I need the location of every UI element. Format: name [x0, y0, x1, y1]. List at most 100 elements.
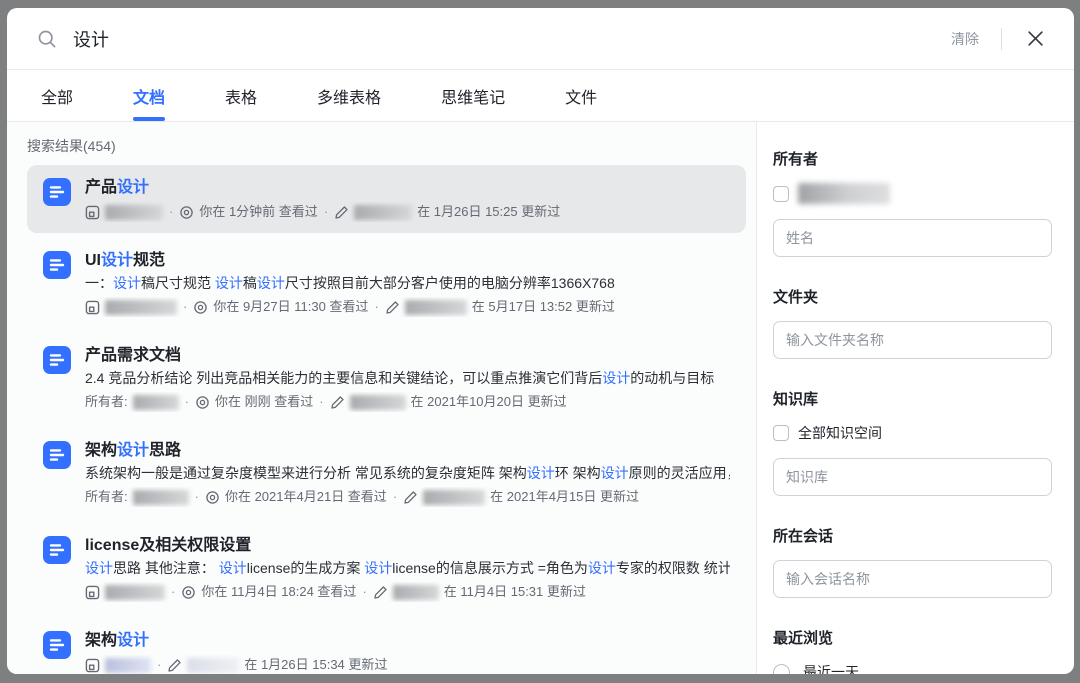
redacted-text [423, 489, 486, 505]
recent-heading: 最近浏览 [773, 630, 834, 647]
meta-text: 在 1月26日 15:25 更新过 [417, 204, 561, 219]
result-list: 产品设计 · 你在 1分钟前 查看过 · 在 1月26日 15:25 更新过 UI设计规范… [27, 165, 746, 674]
meta-text: 在 2021年10月20日 更新过 [410, 394, 567, 409]
result-snippet: 一：设计稿尺寸规范 设计稿设计尺寸按照目前大部分客户使用的电脑分辨率1366X7… [85, 275, 615, 291]
folder-input[interactable] [773, 321, 1052, 359]
tab-3[interactable]: 多维表格 [317, 70, 381, 121]
clear-button[interactable]: 清除 [949, 25, 981, 53]
space-icon [85, 585, 100, 600]
recent-radio[interactable] [773, 663, 790, 674]
dot-separator: · [171, 584, 176, 599]
owner-checkbox[interactable] [773, 185, 789, 202]
pencil-icon [334, 205, 349, 220]
search-result-row[interactable]: 产品需求文档 2.4 竞品分析结论 列出竞品相关能力的主要信息和关键结论，可以重点… [27, 333, 746, 423]
wiki-all-checkbox-row[interactable]: 全部知识空间 [773, 423, 1052, 443]
space-icon [85, 205, 100, 220]
search-result-row[interactable]: 架构设计思路 系统架构一般是通过复杂度模型来进行分析 常见系统的复杂度矩阵 架构设… [27, 428, 746, 518]
result-snippet: 2.4 竞品分析结论 列出竞品相关能力的主要信息和关键结论，可以重点推演它们背后… [85, 370, 715, 386]
dot-separator: · [183, 299, 188, 314]
result-list-pane: 搜索结果(454) 产品设计 · 你在 1分钟前 查看过 · 在 1月26日 15:25… [7, 122, 756, 674]
result-meta: · 你在 9月27日 11:30 查看过 · 在 5月17日 13:52 更新过 [85, 297, 730, 317]
dot-separator: · [323, 204, 329, 219]
doc-icon [43, 251, 71, 279]
meta-text: 你在 2021年4月21日 查看过 [224, 489, 387, 504]
result-title: 产品需求文档 [85, 347, 182, 364]
search-input[interactable] [73, 28, 949, 49]
tab-5[interactable]: 文件 [565, 70, 597, 121]
redacted-text [132, 394, 179, 410]
header-divider [1001, 27, 1002, 50]
recent-option-label: 最近一天 [803, 664, 859, 674]
meta-text: 你在 9月27日 11:30 查看过 [213, 299, 369, 314]
tab-1[interactable]: 文档 [133, 70, 165, 121]
meta-text: 你在 11月4日 18:24 查看过 [201, 584, 357, 599]
close-button[interactable] [1022, 26, 1048, 52]
meta-text: 你在 刚刚 查看过 [214, 394, 314, 409]
result-type-tabs: 全部 文档 表格 多维表格 思维笔记 文件 [7, 70, 1074, 122]
eye-icon [179, 205, 194, 220]
tab-0[interactable]: 全部 [41, 70, 73, 121]
meta-text: 在 5月17日 13:52 更新过 [471, 299, 615, 314]
dot-separator: · [374, 299, 379, 314]
owner-checkbox-row[interactable] [773, 183, 1052, 204]
eye-icon [193, 300, 208, 315]
meta-text: 在 2021年4月15日 更新过 [490, 489, 639, 504]
tab-4[interactable]: 思维笔记 [441, 70, 505, 121]
redacted-text [354, 204, 413, 220]
pencil-icon [330, 395, 345, 410]
filter-section-folder: 文件夹 [773, 286, 1052, 359]
result-snippet: 设计思路 其他注意： 设计license的生成方案 设计license的信息展示… [85, 560, 730, 576]
doc-icon [43, 346, 71, 374]
search-result-row[interactable]: 产品设计 · 你在 1分钟前 查看过 · 在 1月26日 15:25 更新过 [27, 165, 746, 233]
result-title: 架构设计 [85, 632, 150, 649]
result-title: 产品设计 [85, 179, 150, 196]
wiki-all-label: 全部知识空间 [798, 425, 882, 441]
owner-name-input[interactable] [773, 219, 1052, 257]
pencil-icon [403, 490, 418, 505]
search-dialog: 清除 全部 文档 表格 多维表格 思维笔记 文件 搜索结果(454) 产品设计 · 你在 1分… [7, 8, 1074, 674]
meta-text: 所有者: [85, 489, 128, 504]
recent-option-row[interactable]: 最近一天 [773, 662, 1052, 674]
dot-separator: · [169, 204, 174, 219]
owner-heading: 所有者 [773, 151, 819, 168]
filter-section-recent: 最近浏览 最近一天 [773, 627, 1052, 674]
result-meta: · 在 1月26日 15:34 更新过 [85, 655, 730, 674]
doc-icon [43, 631, 71, 659]
redacted-text [105, 204, 163, 220]
result-title: license及相关权限设置 [85, 537, 252, 554]
redacted-text [105, 584, 165, 600]
pencil-icon [385, 300, 400, 315]
search-result-row[interactable]: 架构设计 · 在 1月26日 15:34 更新过 [27, 618, 746, 674]
redacted-text [187, 657, 240, 673]
owner-name-redacted [798, 183, 890, 204]
dot-separator: · [157, 657, 162, 672]
pencil-icon [373, 585, 388, 600]
results-count: 搜索结果(454) [27, 138, 116, 154]
chat-input[interactable] [773, 560, 1052, 598]
doc-icon [43, 536, 71, 564]
pencil-icon [167, 658, 182, 673]
eye-icon [205, 490, 220, 505]
redacted-text [349, 394, 406, 410]
result-title: UI设计规范 [85, 252, 166, 269]
filter-sidebar: 所有者 文件夹 知识库 全部知识空间 所在会话 [756, 122, 1074, 674]
dot-separator: · [194, 489, 199, 504]
eye-icon [195, 395, 210, 410]
space-icon [85, 300, 100, 315]
filter-section-wiki: 知识库 全部知识空间 [773, 388, 1052, 496]
space-icon [85, 658, 100, 673]
folder-heading: 文件夹 [773, 289, 819, 306]
wiki-all-checkbox[interactable] [773, 425, 789, 441]
redacted-text [105, 657, 151, 673]
result-title: 架构设计思路 [85, 442, 182, 459]
chat-heading: 所在会话 [773, 528, 834, 545]
wiki-input[interactable] [773, 458, 1052, 496]
dot-separator: · [362, 584, 367, 599]
doc-icon [43, 441, 71, 469]
wiki-heading: 知识库 [773, 391, 819, 408]
search-result-row[interactable]: license及相关权限设置设计思路 其他注意： 设计license的生成方案 … [27, 523, 746, 613]
tab-2[interactable]: 表格 [225, 70, 257, 121]
search-result-row[interactable]: UI设计规范一：设计稿尺寸规范 设计稿设计尺寸按照目前大部分客户使用的电脑分辨率… [27, 238, 746, 328]
dot-separator: · [392, 489, 398, 504]
redacted-text [404, 299, 467, 315]
